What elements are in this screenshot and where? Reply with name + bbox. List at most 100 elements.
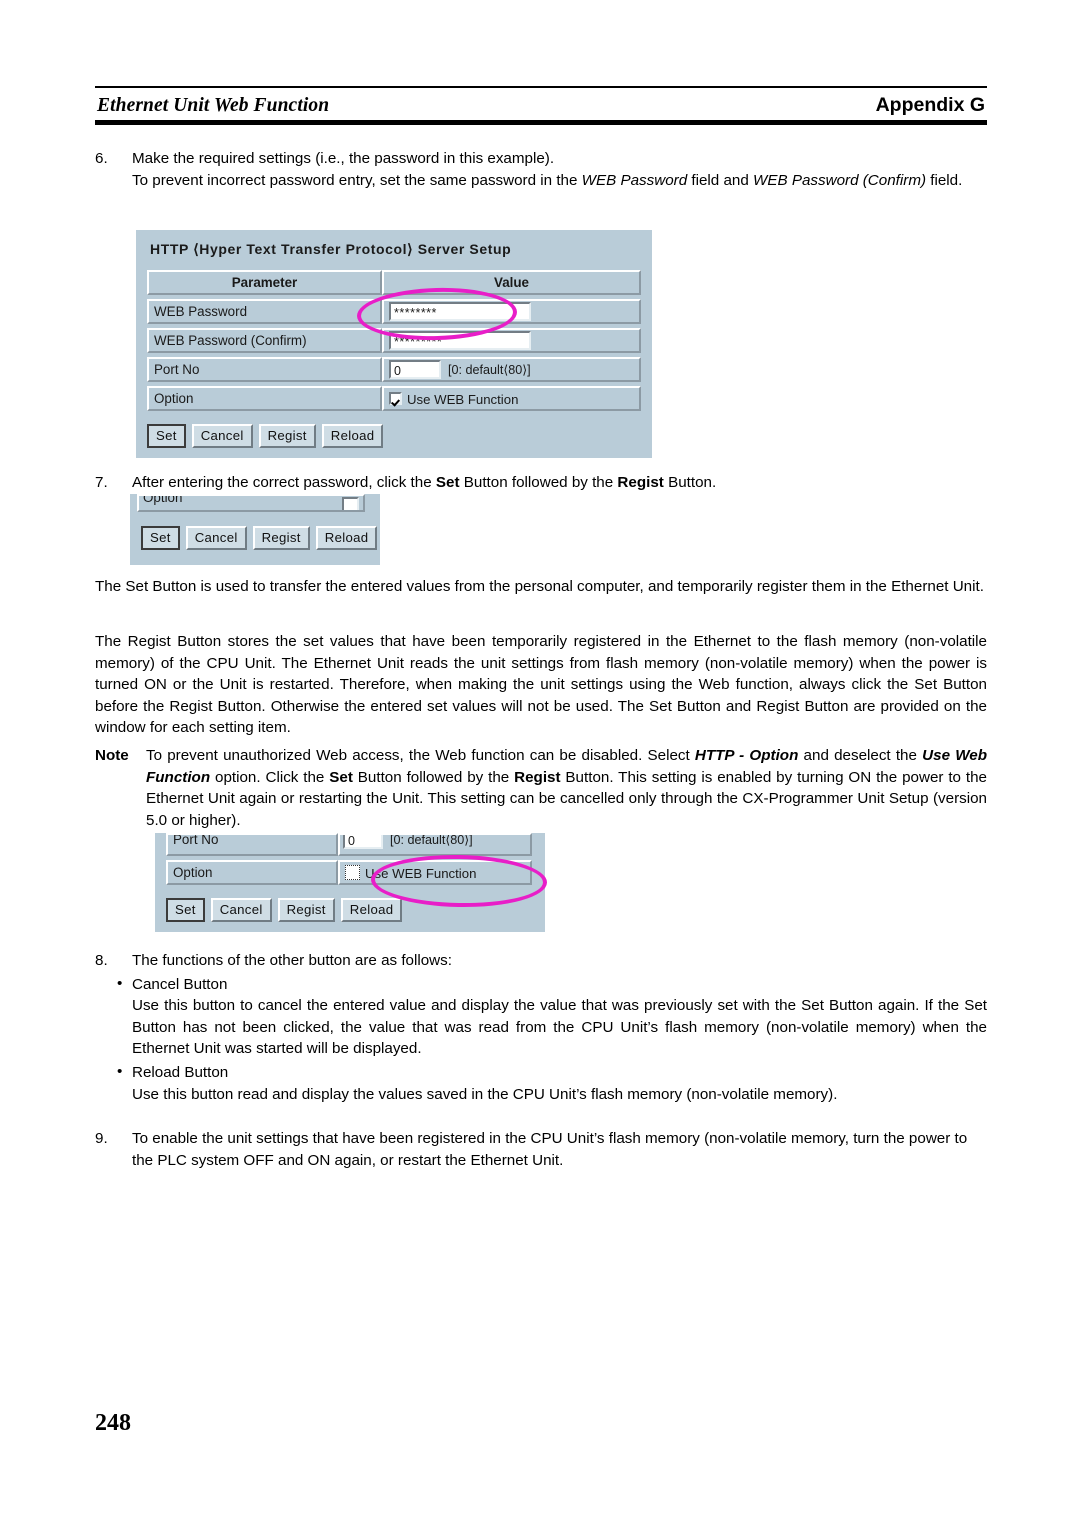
- row-label-port-no: Port No: [147, 357, 382, 382]
- step-6-text-post: field.: [926, 171, 963, 189]
- web-password-confirm-input[interactable]: *********: [389, 331, 531, 350]
- port-no-input[interactable]: 0: [343, 835, 383, 849]
- step-8-number: 8.: [95, 952, 108, 969]
- step-6-text-mid: field and: [687, 171, 754, 189]
- table-row: Port No 0 [0: default⟨80⟩]: [147, 357, 641, 382]
- step-9-text: To enable the unit settings that have be…: [132, 1130, 968, 1169]
- row-label-option: Option: [166, 860, 338, 885]
- note-p1: To prevent unauthorized Web access, the …: [146, 747, 695, 764]
- step-8: 8. The functions of the other button are…: [95, 950, 987, 1105]
- row-label-web-password: WEB Password: [147, 299, 382, 324]
- row-value-option: Use WEB Function: [382, 386, 641, 411]
- bullet-cancel-button: • Cancel Button: [114, 974, 987, 996]
- step-6-text-pre: To prevent incorrect password entry, set…: [132, 171, 582, 189]
- use-web-function-checkbox[interactable]: [389, 392, 402, 406]
- regist-button-explanation: The Regist Button stores the set values …: [95, 631, 987, 739]
- regist-button[interactable]: Regist: [258, 424, 316, 448]
- step7-partial-window[interactable]: Option Set Cancel Regist Reload: [130, 494, 380, 565]
- port-no-input[interactable]: 0: [389, 360, 441, 379]
- step-7-post: Button.: [663, 474, 717, 491]
- port-no-clipped-label: Port No: [173, 833, 219, 847]
- reload-button[interactable]: Reload: [315, 526, 378, 550]
- note-partial-window[interactable]: Port No 0 [0: default⟨80⟩] Option Use WEB…: [155, 833, 545, 932]
- document-page: Ethernet Unit Web Function Appendix G 6.…: [0, 0, 1080, 1528]
- header-title-right: Appendix G: [875, 94, 985, 116]
- bullet-reload-button: • Reload Button: [114, 1062, 987, 1084]
- set-button-explanation: The Set Button is used to transfer the e…: [95, 576, 987, 598]
- paragraph-regist-button: The Regist Button stores the set values …: [95, 633, 987, 737]
- step-9-number: 9.: [95, 1130, 108, 1147]
- step-9: 9. To enable the unit settings that have…: [95, 1128, 987, 1171]
- note-settings-table: Port No 0 [0: default⟨80⟩] Option Use WEB…: [166, 833, 532, 885]
- reload-button-title: Reload Button: [132, 1063, 229, 1081]
- bullet-dot-icon: •: [117, 974, 123, 992]
- step-7-bold-regist: Regist: [617, 474, 664, 491]
- bullet-dot-icon: •: [117, 1062, 123, 1080]
- step-7: 7. After entering the correct password, …: [95, 472, 987, 494]
- port-no-hint: [0: default⟨80⟩]: [448, 363, 531, 377]
- table-header-row: Parameter Value: [147, 270, 641, 295]
- step-7-bold-set: Set: [435, 474, 460, 491]
- http-dialog-button-row: Set Cancel Regist Reload: [147, 424, 652, 448]
- row-value-option: Use WEB Function: [338, 860, 532, 885]
- step-8-intro: The functions of the other button are as…: [132, 952, 452, 969]
- page-content: 6. Make the required settings (i.e., the…: [95, 148, 987, 191]
- row-label-option: Option: [147, 386, 382, 411]
- set-button[interactable]: Set: [141, 526, 180, 550]
- row-value-web-password-confirm: *********: [382, 328, 641, 353]
- row-value-web-password: ********: [382, 299, 641, 324]
- web-password-input[interactable]: ********: [389, 302, 531, 321]
- row-label-web-password-confirm: WEB Password (Confirm): [147, 328, 382, 353]
- note-p2: and deselect the: [798, 747, 923, 764]
- partial-option-label: Option: [143, 494, 183, 505]
- step-6-line-1: Make the required settings (i.e., the pa…: [132, 150, 555, 167]
- reload-button[interactable]: Reload: [321, 424, 384, 448]
- http-settings-table: Parameter Value WEB Password ******** WE…: [147, 270, 641, 411]
- note-p3: option. Click the: [210, 768, 330, 786]
- table-row: Port No 0 [0: default⟨80⟩]: [166, 833, 532, 856]
- use-web-function-label: Use WEB Function: [365, 865, 477, 881]
- step7-button-row: Set Cancel Regist Reload: [141, 526, 380, 550]
- partial-option-row: Option: [137, 494, 365, 512]
- table-row: Option Use WEB Function: [147, 386, 641, 411]
- step-7-text: After entering the correct password, cli…: [132, 472, 987, 494]
- table-row: WEB Password ********: [147, 299, 641, 324]
- use-web-function-checkbox[interactable]: [344, 864, 361, 882]
- note-bold-italic-http-option: HTTP - Option: [694, 747, 799, 764]
- step-6-italic-2: WEB Password (Confirm): [753, 171, 927, 189]
- note-text: To prevent unauthorized Web access, the …: [146, 745, 987, 831]
- step-6-line-2: To prevent incorrect password entry, set…: [132, 170, 987, 192]
- set-button[interactable]: Set: [166, 898, 205, 922]
- http-server-setup-window[interactable]: HTTP ⟨Hyper Text Transfer Protocol⟩ Serv…: [136, 230, 652, 458]
- step-7-mid: Button followed by the: [459, 474, 618, 491]
- table-row: Option Use WEB Function: [166, 860, 532, 885]
- step-6-number: 6.: [95, 150, 108, 167]
- step-6: 6. Make the required settings (i.e., the…: [95, 148, 987, 191]
- note-bold-set: Set: [329, 768, 353, 786]
- row-value-port-no: 0 [0: default⟨80⟩]: [382, 357, 641, 382]
- use-web-function-label: Use WEB Function: [407, 391, 519, 407]
- cancel-button[interactable]: Cancel: [185, 526, 247, 550]
- table-row: WEB Password (Confirm) *********: [147, 328, 641, 353]
- step-6-italic-1: WEB Password: [581, 171, 688, 189]
- paragraph-set-button: The Set Button is used to transfer the e…: [95, 578, 984, 595]
- header-rule-bottom: [95, 120, 987, 125]
- set-button[interactable]: Set: [147, 424, 186, 448]
- page-header: Ethernet Unit Web Function Appendix G: [95, 86, 987, 125]
- note-button-row: Set Cancel Regist Reload: [166, 898, 545, 922]
- cancel-button-description: Use this button to cancel the entered va…: [132, 997, 987, 1058]
- regist-button[interactable]: Regist: [277, 898, 335, 922]
- column-header-parameter: Parameter: [147, 270, 382, 295]
- row-value-port-no: 0 [0: default⟨80⟩]: [338, 833, 532, 856]
- header-title-left: Ethernet Unit Web Function: [97, 95, 330, 116]
- reload-button[interactable]: Reload: [340, 898, 403, 922]
- step-7-number: 7.: [95, 474, 108, 491]
- note-label: Note: [95, 747, 129, 764]
- regist-button[interactable]: Regist: [252, 526, 310, 550]
- partial-checkbox[interactable]: [342, 497, 359, 510]
- note-p4: Button followed by the: [352, 768, 515, 786]
- cancel-button[interactable]: Cancel: [191, 424, 253, 448]
- cancel-button[interactable]: Cancel: [210, 898, 272, 922]
- cancel-button-title: Cancel Button: [132, 975, 228, 993]
- note-block: Note To prevent unauthorized Web access,…: [95, 745, 987, 831]
